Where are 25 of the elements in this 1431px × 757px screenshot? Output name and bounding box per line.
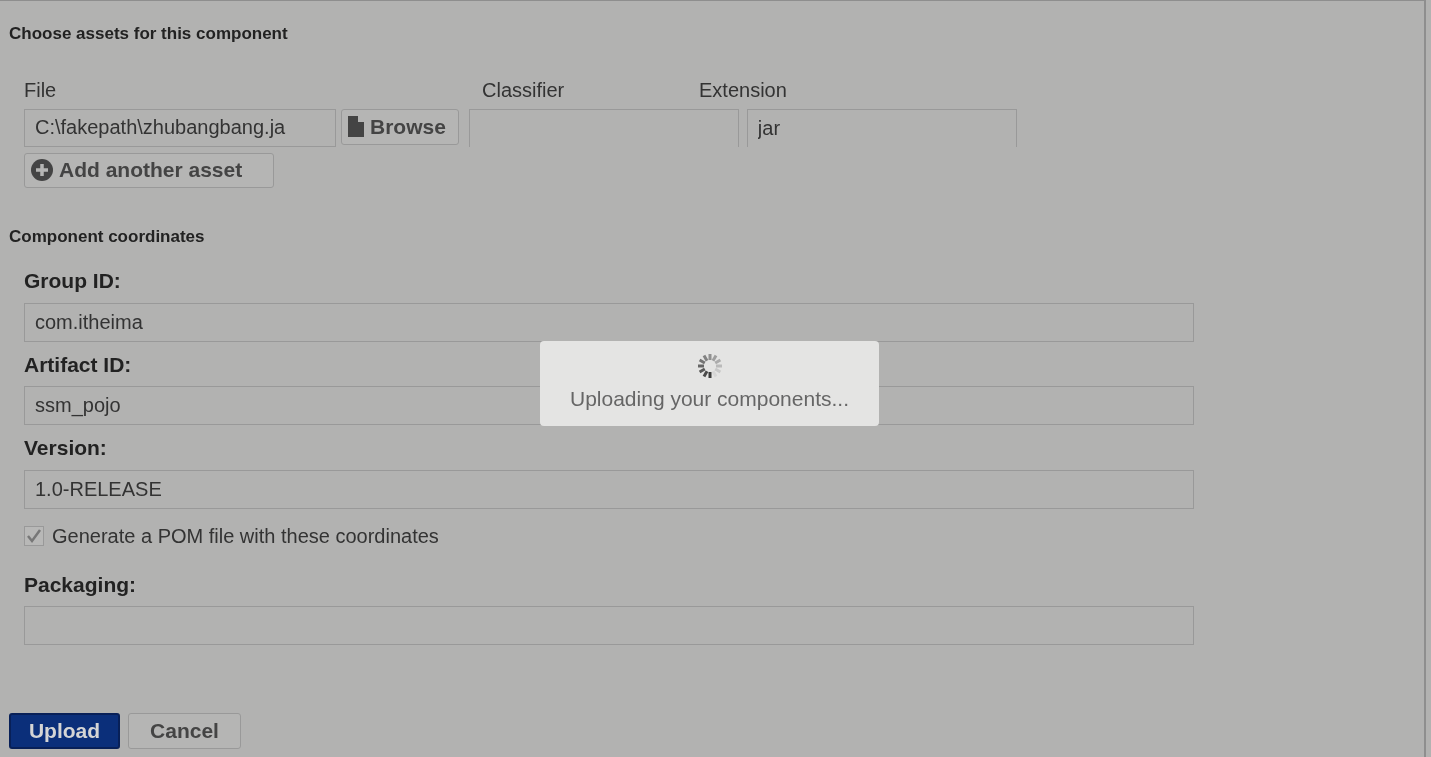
field-label: Artifact ID: bbox=[24, 351, 132, 378]
field-label: Version: bbox=[24, 435, 107, 461]
field-label: Group ID: bbox=[24, 268, 121, 294]
section-heading: Component coordinates bbox=[9, 225, 206, 248]
text-field[interactable]: com.itheima bbox=[24, 302, 1194, 342]
column-label-text: Classifier bbox=[482, 78, 565, 101]
checkbox[interactable] bbox=[24, 525, 44, 546]
file-icon bbox=[348, 116, 364, 137]
spinner-icon bbox=[696, 352, 723, 379]
field-label: Packaging: bbox=[24, 571, 137, 598]
text-field[interactable]: 1.0-RELEASE bbox=[24, 469, 1194, 509]
add-asset-button[interactable]: Add another asset bbox=[24, 152, 274, 188]
file-path-field[interactable]: C:\fakepath\zhubangbang.ja bbox=[24, 108, 336, 147]
checkbox-label: Generate a POM file with these coordinates bbox=[52, 523, 439, 549]
classifier-field[interactable] bbox=[468, 108, 739, 147]
upload-button[interactable]: Upload bbox=[9, 713, 120, 749]
loading-message: Uploading your components... bbox=[570, 385, 849, 412]
plus-icon bbox=[31, 159, 53, 181]
extension-field[interactable]: jar bbox=[746, 108, 1017, 147]
cancel-button[interactable]: Cancel bbox=[128, 713, 241, 749]
column-label-text: Extension bbox=[699, 78, 787, 101]
packaging-field[interactable] bbox=[24, 606, 1194, 645]
section-heading: Choose assets for this component bbox=[9, 23, 289, 45]
browse-button[interactable]: Browse bbox=[341, 108, 459, 145]
column-label-text: File bbox=[24, 78, 57, 101]
